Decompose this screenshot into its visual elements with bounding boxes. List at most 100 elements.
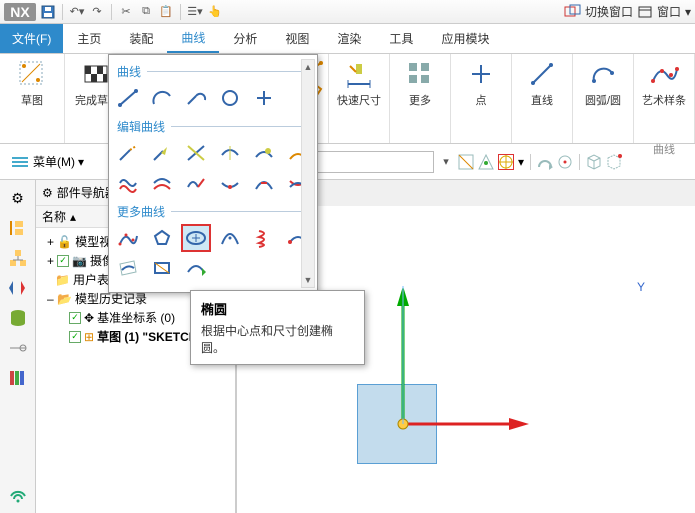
rib-group-line: 直线 <box>512 54 573 143</box>
smooth3-icon[interactable] <box>181 169 211 197</box>
helix-icon[interactable] <box>249 224 279 252</box>
tooltip-title: 椭圆 <box>201 299 354 318</box>
menu-app[interactable]: 应用模块 <box>427 24 503 53</box>
studio-spline-label: 艺术样条 <box>642 92 686 108</box>
more-button[interactable]: 更多 <box>394 58 446 108</box>
db-icon[interactable] <box>6 306 30 330</box>
gear-icon[interactable]: ⚙ <box>6 186 30 210</box>
checkbox-icon[interactable]: ✓ <box>57 255 69 267</box>
trim-icon[interactable] <box>113 139 143 167</box>
smooth-icon[interactable] <box>113 169 143 197</box>
menu-view[interactable]: 视图 <box>271 24 323 53</box>
menu-lines-icon <box>12 155 30 169</box>
spline-icon[interactable] <box>113 224 143 252</box>
smooth5-icon[interactable] <box>249 169 279 197</box>
rect-curve-icon[interactable] <box>147 254 177 282</box>
scroll-down-icon[interactable]: ▼ <box>302 273 314 287</box>
tb-ico-cube1[interactable] <box>586 154 602 170</box>
scroll-up-icon[interactable]: ▲ <box>302 60 314 74</box>
circle-tool-icon[interactable] <box>215 84 245 112</box>
switch-window-label[interactable]: 切换窗口 <box>585 3 633 20</box>
menu-analysis[interactable]: 分析 <box>219 24 271 53</box>
menu-label: 菜单(M) <box>33 153 75 170</box>
col-name: 名称 <box>42 208 66 225</box>
tb-ico-1[interactable] <box>458 154 474 170</box>
scrollbar[interactable]: ▲ ▼ <box>301 59 315 288</box>
resource-bar: ⚙ <box>0 180 36 513</box>
line-tool-icon[interactable] <box>113 84 143 112</box>
tb-ico-2[interactable] <box>478 154 494 170</box>
filter-toggle-icon[interactable]: ▾ <box>438 154 454 170</box>
save-icon[interactable] <box>40 4 56 20</box>
divide-icon[interactable] <box>181 139 211 167</box>
ribbon: 草图 完成草图 快速 <box>0 54 695 144</box>
constraint-nav-icon[interactable] <box>6 276 30 300</box>
copy-icon[interactable]: ⧉ <box>138 4 154 20</box>
length-icon[interactable] <box>249 139 279 167</box>
section-title-edit: 编辑曲线 <box>117 118 313 135</box>
part-nav-icon[interactable] <box>6 216 30 240</box>
point-button[interactable]: 点 <box>455 58 507 108</box>
paste-icon[interactable]: 📋 <box>158 4 174 20</box>
menu-assembly[interactable]: 装配 <box>115 24 167 53</box>
checkbox-icon[interactable]: ✓ <box>69 312 81 324</box>
surface-curve-icon[interactable] <box>113 254 143 282</box>
menu-render[interactable]: 渲染 <box>323 24 375 53</box>
rib-group-more: 更多 <box>390 54 451 143</box>
menu-dropdown-button[interactable]: 菜单(M) ▾ <box>6 149 90 174</box>
wifi-icon[interactable] <box>6 481 30 505</box>
menu-tools[interactable]: 工具 <box>375 24 427 53</box>
assembly-nav-icon[interactable] <box>6 246 30 270</box>
menu-bar: 文件(F) 主页 装配 曲线 分析 视图 渲染 工具 应用模块 <box>0 24 695 54</box>
tooltip-ellipse: 椭圆 根据中心点和尺寸创建椭圆。 <box>190 290 365 365</box>
smooth4-icon[interactable] <box>215 169 245 197</box>
extend-icon[interactable] <box>147 139 177 167</box>
sketch-icon <box>16 58 48 90</box>
checkbox-icon[interactable]: ✓ <box>69 331 81 343</box>
rib-group-arc: 圆弧/圆 <box>573 54 634 143</box>
chevron-down-icon[interactable]: ▾ <box>685 5 691 19</box>
line-arc-tool-icon[interactable] <box>181 84 211 112</box>
toolbar-secondary: 菜单(M) ▾ ▾ ▾ <box>0 144 695 180</box>
undo-icon[interactable]: ↶▾ <box>69 4 85 20</box>
tb-ico-cube2[interactable] <box>606 154 622 170</box>
ellipse-icon[interactable] <box>181 224 211 252</box>
smooth2-icon[interactable] <box>147 169 177 197</box>
conic-icon[interactable] <box>215 224 245 252</box>
chevron-down-icon[interactable]: ▾ <box>518 155 524 169</box>
studio-spline-icon <box>648 58 680 90</box>
line-button[interactable]: 直线 <box>516 58 568 108</box>
menu-home[interactable]: 主页 <box>63 24 115 53</box>
rib-group-sketch: 草图 <box>0 54 65 143</box>
point-tool-icon[interactable] <box>249 84 279 112</box>
optimize-icon[interactable] <box>181 254 211 282</box>
style-icon[interactable]: ☰▾ <box>187 4 203 20</box>
sketch-label: 草图 <box>21 92 43 108</box>
menu-file[interactable]: 文件(F) <box>0 24 63 53</box>
redo-icon[interactable]: ↷ <box>89 4 105 20</box>
arc-icon <box>587 58 619 90</box>
arc-tool-icon[interactable] <box>147 84 177 112</box>
cut-icon[interactable]: ✂ <box>118 4 134 20</box>
gear-icon[interactable]: ⚙ <box>42 186 53 200</box>
switch-window-icon[interactable] <box>565 4 581 20</box>
touch-icon[interactable]: 👆 <box>207 4 223 20</box>
arc-button[interactable]: 圆弧/圆 <box>577 58 629 108</box>
rib-group-point: 点 <box>451 54 512 143</box>
tb-ico-4[interactable] <box>537 154 553 170</box>
selection-filter-input[interactable] <box>314 151 434 173</box>
hd3d-icon[interactable] <box>6 336 30 360</box>
studio-spline-button[interactable]: 艺术样条 <box>638 58 690 108</box>
window-menu-label[interactable]: 窗口 <box>657 3 681 20</box>
tb-ico-3[interactable] <box>498 154 514 170</box>
menu-curve[interactable]: 曲线 <box>167 24 219 53</box>
rapid-dim-button[interactable]: 快速尺寸 <box>333 58 385 108</box>
point-label: 点 <box>476 92 487 108</box>
window-icon[interactable] <box>637 4 653 20</box>
library-icon[interactable] <box>6 366 30 390</box>
stretch-icon[interactable] <box>215 139 245 167</box>
tb-ico-5[interactable] <box>557 154 573 170</box>
sketch-button[interactable]: 草图 <box>6 58 58 108</box>
polygon-icon[interactable] <box>147 224 177 252</box>
section-title-more: 更多曲线 <box>117 203 313 220</box>
